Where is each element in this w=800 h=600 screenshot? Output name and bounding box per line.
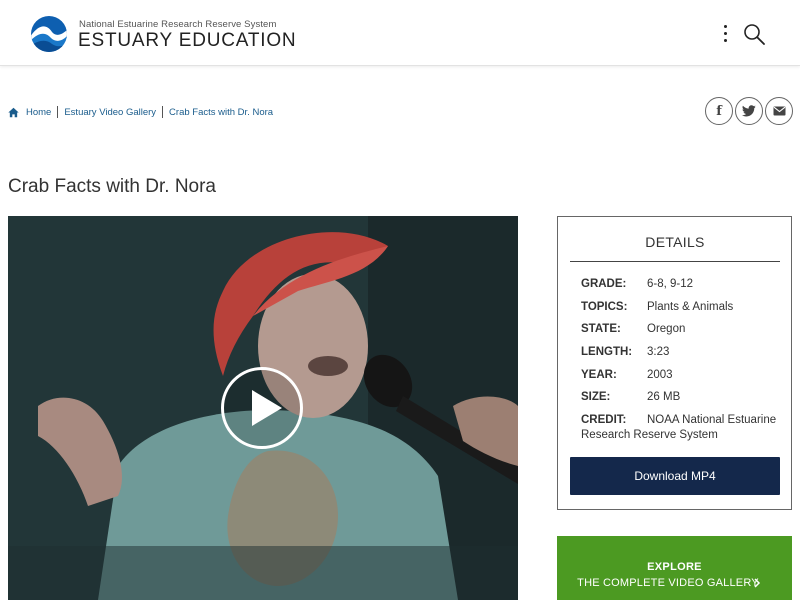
chevron-right-icon bbox=[754, 578, 761, 588]
home-icon[interactable] bbox=[8, 107, 19, 118]
detail-value: 2003 bbox=[647, 369, 673, 381]
detail-label: CREDIT: bbox=[581, 414, 627, 426]
detail-label: YEAR: bbox=[581, 369, 617, 381]
kebab-menu-icon[interactable] bbox=[720, 22, 732, 46]
breadcrumb-separator bbox=[57, 106, 59, 118]
share-facebook-button[interactable]: f bbox=[705, 97, 733, 125]
play-icon bbox=[252, 390, 282, 426]
detail-value: 26 MB bbox=[647, 391, 681, 403]
detail-value: Plants & Animals bbox=[647, 301, 734, 313]
details-title: DETAILS bbox=[645, 234, 705, 250]
facebook-icon: f bbox=[716, 103, 722, 119]
search-icon[interactable] bbox=[742, 22, 766, 46]
org-name: National Estuarine Research Reserve Syst… bbox=[79, 19, 277, 30]
email-icon bbox=[773, 106, 785, 116]
detail-label: STATE: bbox=[581, 323, 621, 335]
detail-label: LENGTH: bbox=[581, 346, 633, 358]
play-button[interactable] bbox=[221, 367, 303, 449]
detail-value: 3:23 bbox=[647, 346, 670, 358]
details-panel: DETAILS GRADE: 6-8, 9-12 TOPICS: Plants … bbox=[557, 216, 792, 510]
video-player[interactable] bbox=[8, 216, 518, 600]
detail-label: SIZE: bbox=[581, 391, 611, 403]
twitter-icon bbox=[742, 105, 756, 117]
site-title[interactable]: ESTUARY EDUCATION bbox=[78, 30, 296, 52]
breadcrumb-home[interactable]: Home bbox=[26, 107, 51, 118]
noaa-logo[interactable] bbox=[30, 15, 68, 53]
page-title: Crab Facts with Dr. Nora bbox=[8, 176, 216, 197]
share-twitter-button[interactable] bbox=[735, 97, 763, 125]
breadcrumb: Home Estuary Video Gallery Crab Facts wi… bbox=[8, 104, 273, 120]
download-mp4-button[interactable]: Download MP4 bbox=[570, 457, 780, 495]
explore-gallery-banner[interactable]: EXPLORE THE COMPLETE VIDEO GALLERY bbox=[557, 536, 792, 600]
detail-value: NOAA National Estuarine bbox=[647, 414, 777, 426]
detail-value: 6-8, 9-12 bbox=[647, 278, 694, 290]
site-header: National Estuarine Research Reserve Syst… bbox=[0, 0, 800, 66]
breadcrumb-video-gallery[interactable]: Estuary Video Gallery bbox=[64, 107, 156, 118]
share-email-button[interactable] bbox=[765, 97, 793, 125]
detail-label: GRADE: bbox=[581, 278, 627, 290]
explore-link-text: THE COMPLETE VIDEO GALLERY bbox=[577, 577, 759, 589]
explore-heading: EXPLORE bbox=[647, 561, 702, 573]
detail-label: TOPICS: bbox=[581, 301, 628, 313]
breadcrumb-current[interactable]: Crab Facts with Dr. Nora bbox=[169, 107, 273, 118]
details-divider bbox=[570, 261, 780, 262]
detail-value-continued: Research Reserve System bbox=[581, 429, 718, 441]
breadcrumb-separator bbox=[162, 106, 164, 118]
detail-value: Oregon bbox=[647, 323, 686, 335]
